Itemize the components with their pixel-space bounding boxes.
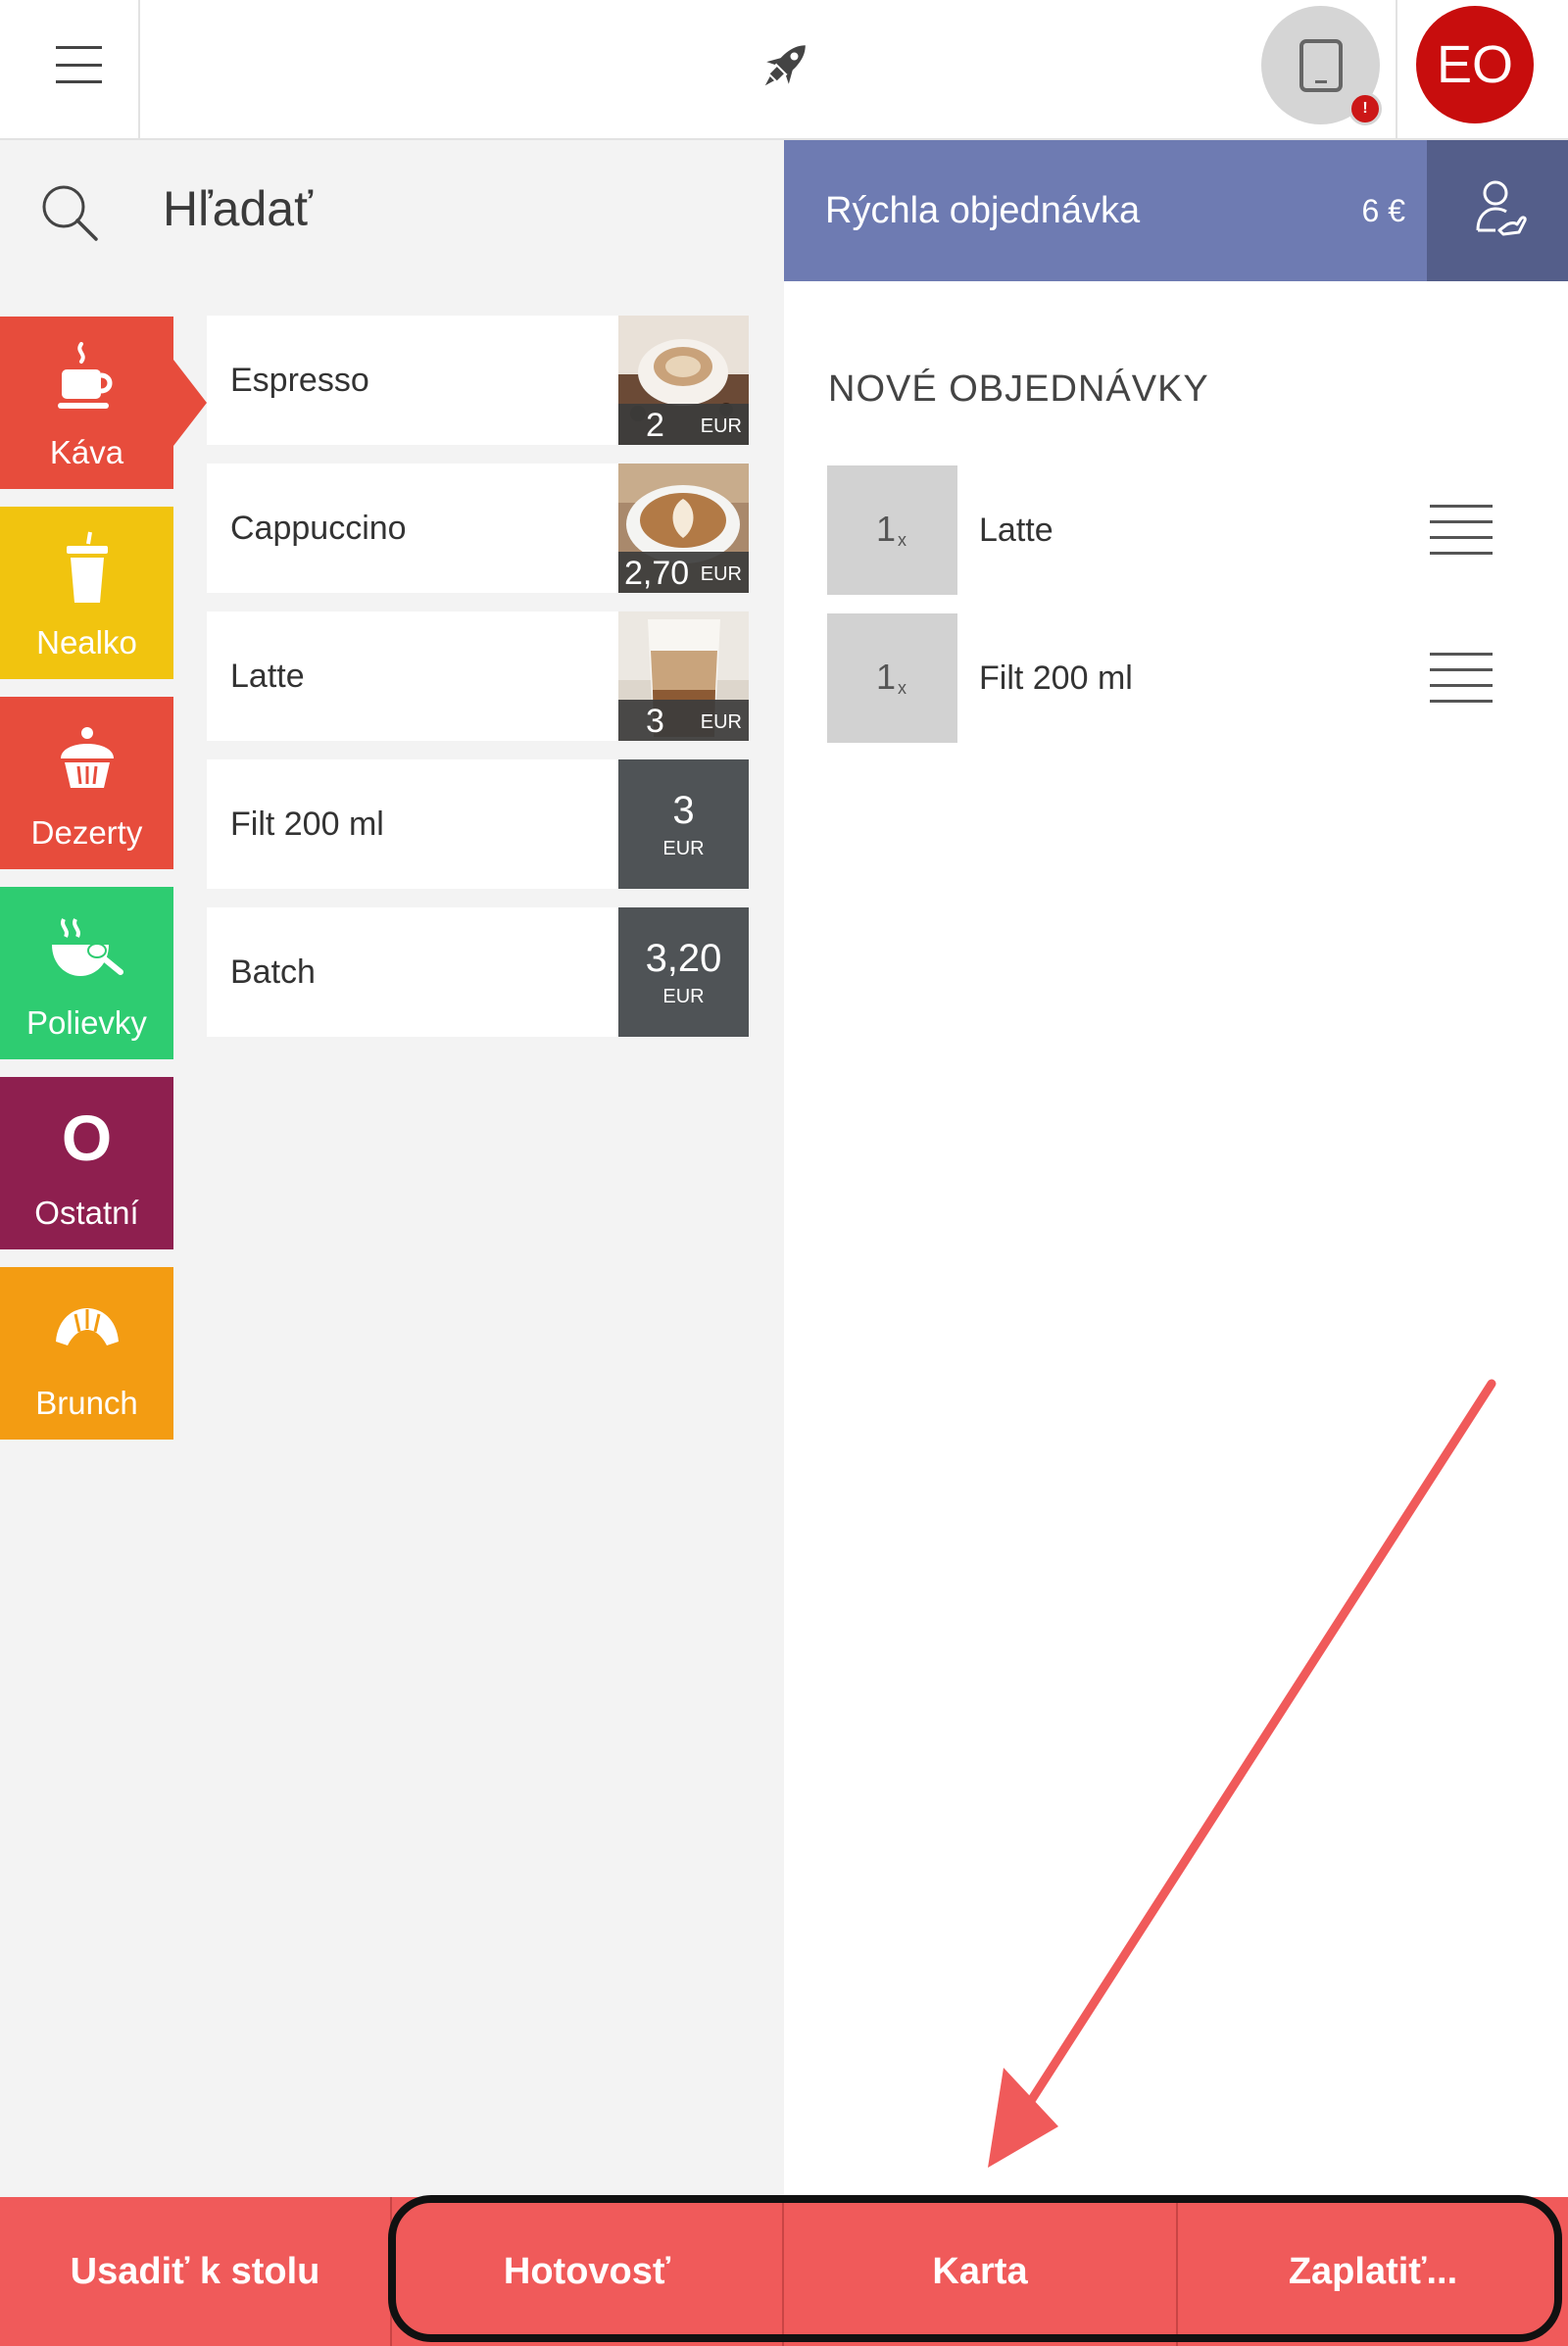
product-name: Batch bbox=[230, 953, 316, 991]
product-name: Filt 200 ml bbox=[230, 806, 384, 843]
order-header[interactable]: Rýchla objednávka 6 € bbox=[784, 140, 1427, 281]
product-cappuccino[interactable]: Cappuccino 2,70 EUR bbox=[207, 464, 749, 593]
user-hand-icon bbox=[1476, 180, 1527, 236]
drink-cup-icon bbox=[0, 528, 173, 607]
quantity-badge[interactable]: 1 x bbox=[827, 613, 957, 743]
alert-badge: ! bbox=[1348, 92, 1382, 125]
new-orders-title: NOVÉ OBJEDNÁVKY bbox=[828, 368, 1209, 410]
order-item-name: Filt 200 ml bbox=[979, 660, 1133, 697]
coffee-cup-icon bbox=[0, 338, 173, 416]
category-brunch[interactable]: Brunch bbox=[0, 1267, 173, 1440]
quantity-badge[interactable]: 1 x bbox=[827, 465, 957, 595]
product-name: Latte bbox=[230, 658, 305, 695]
category-label: Brunch bbox=[35, 1385, 138, 1421]
search-icon[interactable] bbox=[39, 182, 100, 243]
price-tag: 3 EUR bbox=[618, 700, 749, 741]
order-total: 6 € bbox=[1361, 193, 1405, 228]
product-thumbnail: 3 EUR bbox=[618, 611, 749, 741]
category-polievky[interactable]: Polievky bbox=[0, 887, 173, 1059]
hamburger-menu-icon[interactable] bbox=[0, 0, 140, 140]
price-tag: 2 EUR bbox=[618, 404, 749, 445]
cupcake-icon bbox=[0, 718, 173, 797]
category-kava[interactable]: Káva bbox=[0, 317, 207, 489]
rocket-icon[interactable] bbox=[755, 35, 817, 94]
product-espresso[interactable]: Espresso 2 EUR bbox=[207, 316, 749, 445]
price-tile: 3 EUR bbox=[618, 759, 749, 889]
croissant-icon bbox=[0, 1289, 173, 1367]
price-tag: 2,70 EUR bbox=[618, 552, 749, 593]
order-title: Rýchla objednávka bbox=[825, 190, 1141, 231]
top-bar: ! EO bbox=[0, 0, 1568, 140]
product-batch[interactable]: Batch 3,20 EUR bbox=[207, 907, 749, 1037]
search-input[interactable]: Hľadať bbox=[163, 180, 313, 237]
topbar-divider bbox=[1396, 0, 1397, 140]
product-name: Espresso bbox=[230, 362, 369, 399]
order-item[interactable]: 1 x Filt 200 ml bbox=[827, 613, 1513, 743]
category-label: Polievky bbox=[26, 1004, 147, 1041]
tablet-icon bbox=[1299, 39, 1343, 92]
category-label: Nealko bbox=[36, 624, 137, 660]
drag-handle-icon[interactable] bbox=[1430, 653, 1493, 704]
product-name: Cappuccino bbox=[230, 510, 407, 547]
category-label: Dezerty bbox=[30, 814, 143, 851]
order-item[interactable]: 1 x Latte bbox=[827, 465, 1513, 595]
soup-bowl-icon bbox=[0, 908, 173, 987]
category-ostatni[interactable]: O Ostatní bbox=[0, 1077, 173, 1249]
letter-o-icon: O bbox=[61, 1101, 113, 1174]
order-item-name: Latte bbox=[979, 512, 1054, 549]
category-nealko[interactable]: Nealko bbox=[0, 507, 173, 679]
product-latte[interactable]: Latte 3 EUR bbox=[207, 611, 749, 741]
user-avatar[interactable]: EO bbox=[1416, 6, 1534, 123]
seat-at-table-button[interactable]: Usadiť k stolu bbox=[0, 2197, 390, 2346]
price-tile: 3,20 EUR bbox=[618, 907, 749, 1037]
product-thumbnail: 2 EUR bbox=[618, 316, 749, 445]
category-dezerty[interactable]: Dezerty bbox=[0, 697, 173, 869]
product-thumbnail: 2,70 EUR bbox=[618, 464, 749, 593]
product-filt-200ml[interactable]: Filt 200 ml 3 EUR bbox=[207, 759, 749, 889]
device-status-button[interactable]: ! bbox=[1261, 6, 1382, 125]
cash-button[interactable]: Hotovosť bbox=[392, 2197, 782, 2346]
order-panel bbox=[784, 140, 1568, 2197]
category-label: Ostatní bbox=[34, 1195, 139, 1231]
pay-button[interactable]: Zaplatiť... bbox=[1178, 2197, 1568, 2346]
card-button[interactable]: Karta bbox=[784, 2197, 1176, 2346]
assign-customer-button[interactable] bbox=[1427, 140, 1568, 281]
bottom-action-bar: Usadiť k stolu Hotovosť Karta Zaplatiť..… bbox=[0, 2197, 1568, 2346]
category-label: Káva bbox=[49, 434, 124, 470]
drag-handle-icon[interactable] bbox=[1430, 505, 1493, 556]
